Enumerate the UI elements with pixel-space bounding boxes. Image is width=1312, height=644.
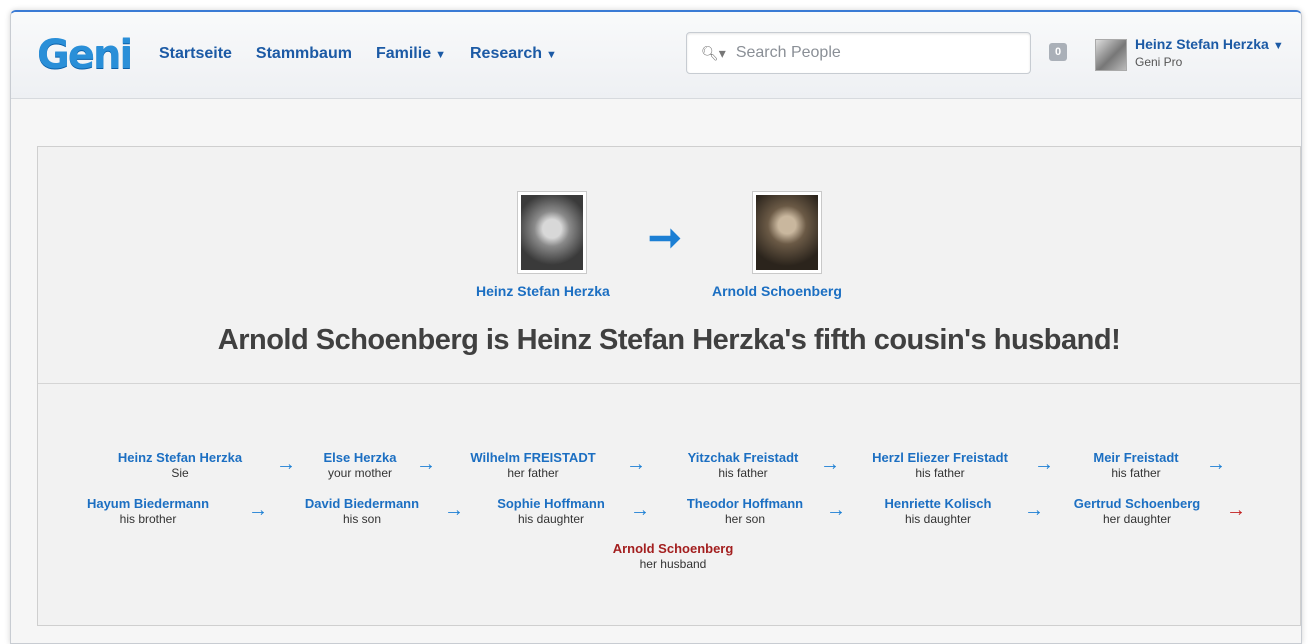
arrow-right-icon: → xyxy=(630,499,650,521)
path-node[interactable]: Meir Freistadt his father xyxy=(1066,450,1206,480)
chevron-down-icon: ▼ xyxy=(546,49,557,61)
arrow-right-icon: → xyxy=(1206,453,1226,475)
relationship-panel: ➞ Heinz Stefan Herzka Arnold Schoenberg … xyxy=(37,146,1301,626)
arrow-right-icon: → xyxy=(1226,499,1246,521)
arrow-right-icon: ➞ xyxy=(648,216,682,260)
path-node[interactable]: Herzl Eliezer Freistadt his father xyxy=(850,450,1030,480)
nav-research[interactable]: Research ▼ xyxy=(470,45,557,63)
arrow-right-icon: → xyxy=(826,499,846,521)
profile-photo-to[interactable] xyxy=(752,191,822,274)
arrow-right-icon: → xyxy=(416,453,436,475)
search-icon[interactable]: 🔍︎▾ xyxy=(701,45,726,62)
profile-photo-from[interactable] xyxy=(517,191,587,274)
chevron-down-icon: ▼ xyxy=(1272,40,1284,52)
avatar[interactable] xyxy=(1095,39,1127,71)
nav-familie[interactable]: Familie ▼ xyxy=(376,45,446,63)
path-node[interactable]: Sophie Hoffmann his daughter xyxy=(476,496,626,526)
divider xyxy=(38,383,1300,384)
path-node[interactable]: Heinz Stefan Herzka Sie xyxy=(100,450,260,480)
arrow-right-icon: → xyxy=(820,453,840,475)
geni-logo[interactable]: Geni xyxy=(37,32,133,78)
path-node[interactable]: Gertrud Schoenberg her daughter xyxy=(1052,496,1222,526)
arrow-right-icon: → xyxy=(444,499,464,521)
path-node[interactable]: Hayum Biedermann his brother xyxy=(68,496,228,526)
path-node[interactable]: Henriette Kolisch his daughter xyxy=(858,496,1018,526)
path-node[interactable]: Yitzchak Freistadt his father xyxy=(663,450,823,480)
relationship-headline: Arnold Schoenberg is Heinz Stefan Herzka… xyxy=(217,324,1121,356)
path-node[interactable]: Else Herzka your mother xyxy=(290,450,430,480)
notification-badge[interactable]: 0 xyxy=(1049,43,1067,61)
to-person-link[interactable]: Arnold Schoenberg xyxy=(712,283,842,299)
main-nav: Startseite Stammbaum Familie ▼ Research ▼ xyxy=(159,45,581,63)
from-person-link[interactable]: Heinz Stefan Herzka xyxy=(476,283,610,299)
nav-startseite[interactable]: Startseite xyxy=(159,45,232,63)
path-node-target[interactable]: Arnold Schoenberg her husband xyxy=(588,541,758,571)
path-node[interactable]: Wilhelm FREISTADT her father xyxy=(458,450,608,480)
arrow-right-icon: → xyxy=(1034,453,1054,475)
chevron-down-icon: ▼ xyxy=(435,49,446,61)
search-input[interactable] xyxy=(733,43,1028,63)
search-box[interactable]: 🔍︎▾ xyxy=(686,32,1031,74)
user-menu[interactable]: Heinz Stefan Herzka ▼ xyxy=(1135,36,1284,52)
path-node[interactable]: David Biedermann his son xyxy=(282,496,442,526)
arrow-right-icon: → xyxy=(248,499,268,521)
app-window: Geni Startseite Stammbaum Familie ▼ Resea… xyxy=(10,10,1302,644)
path-node[interactable]: Theodor Hoffmann her son xyxy=(660,496,830,526)
nav-stammbaum[interactable]: Stammbaum xyxy=(256,45,352,63)
user-plan: Geni Pro xyxy=(1135,55,1183,69)
top-navigation-bar: Geni Startseite Stammbaum Familie ▼ Resea… xyxy=(11,12,1301,99)
arrow-right-icon: → xyxy=(626,453,646,475)
arrow-right-icon: → xyxy=(1024,499,1044,521)
